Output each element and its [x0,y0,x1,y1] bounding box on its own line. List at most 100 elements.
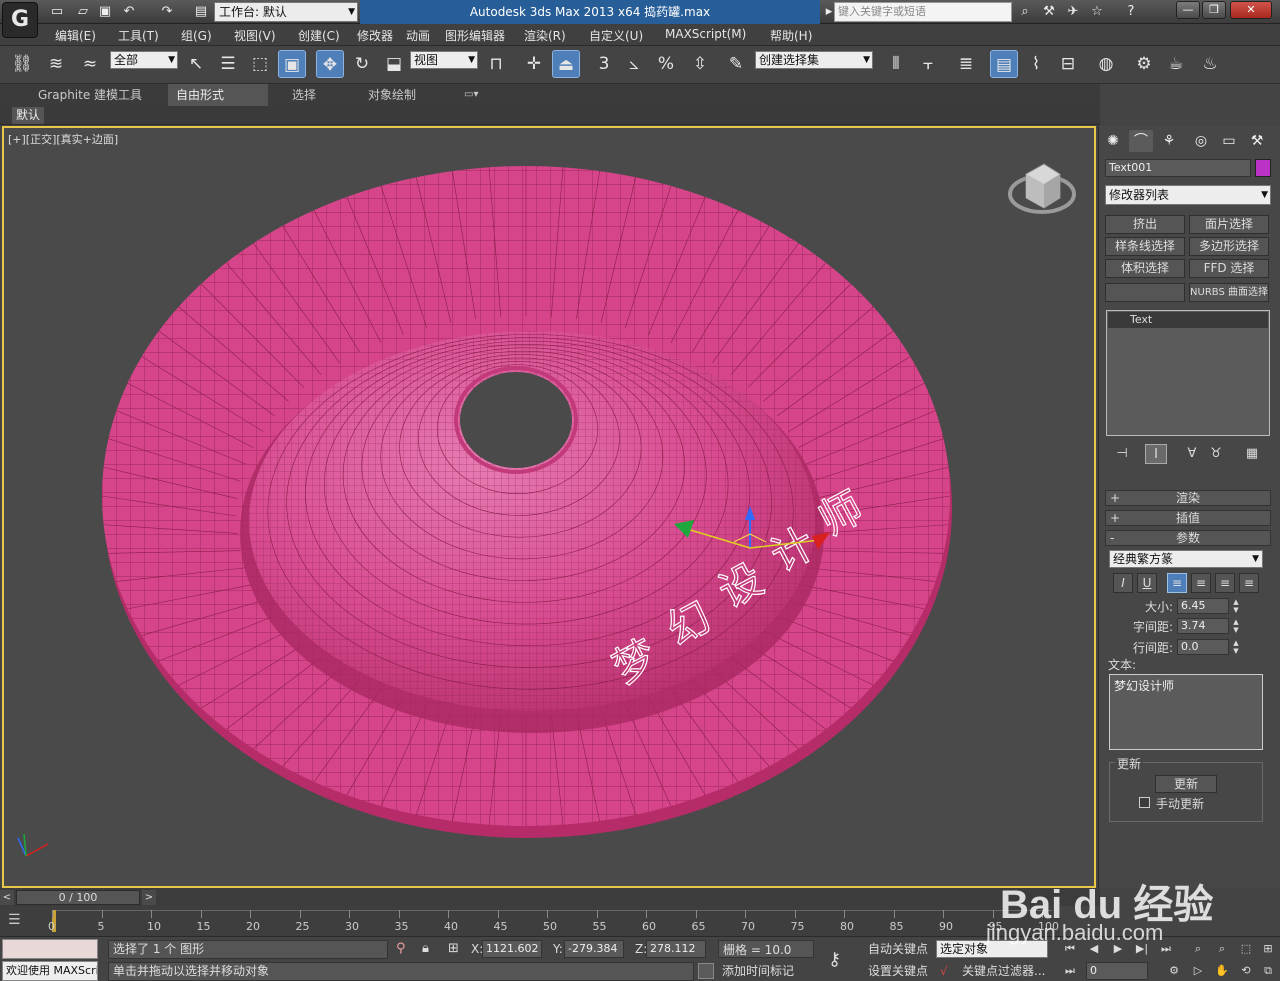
modifier-stack[interactable]: Text [1106,310,1270,436]
nurbs-surface-select-button[interactable]: NURBS 曲面选择 [1189,283,1269,302]
snaps-toggle-icon[interactable]: 3 [590,50,618,78]
keyboard-shortcut-override-icon[interactable]: ⏏ [552,50,580,78]
close-button[interactable]: ✕ [1230,1,1272,19]
curve-editor-icon[interactable]: ⌇ [1022,50,1050,78]
leading-spinner[interactable]: 0.0 [1177,639,1229,655]
zoom-icon[interactable]: ⌕ [1188,940,1208,958]
bind-space-warp-icon[interactable]: ≈ [76,50,104,78]
field-of-view-icon[interactable]: ▷ [1188,962,1208,980]
modifier-list-dropdown[interactable]: 修改器列表 ▼ [1105,185,1271,205]
menu-tools[interactable]: 工具(T) [118,27,159,44]
z-coordinate-field[interactable]: 278.112 [646,940,706,958]
selection-filter-dropdown[interactable]: 全部 ▼ [110,51,178,69]
project-folder-icon[interactable]: ▤ [192,3,210,21]
object-color-swatch[interactable] [1255,159,1271,177]
font-dropdown[interactable]: 经典繁方篆 ▼ [1109,550,1263,568]
utilities-tab-icon[interactable]: ⚒ [1245,130,1269,152]
zoom-extents-all-icon[interactable]: ⊞ [1258,940,1278,958]
schematic-view-icon[interactable]: ⊟ [1054,50,1082,78]
pivot-center-icon[interactable]: ⊓ [482,50,510,78]
angle-snap-icon[interactable]: ⦣ [620,50,648,78]
make-unique-icon[interactable]: ∀ [1181,444,1203,464]
minimize-button[interactable]: — [1176,1,1200,19]
material-editor-icon[interactable]: ◍ [1092,50,1120,78]
remove-modifier-icon[interactable]: ♉ [1205,444,1227,464]
pin-stack-icon[interactable]: ⊣ [1111,444,1133,464]
menu-help[interactable]: 帮助(H) [770,27,812,44]
key-mode-icon[interactable]: ⏭ [1060,962,1080,980]
rollout-interpolation[interactable]: + 插值 [1105,510,1271,526]
patch-select-button[interactable]: 面片选择 [1189,215,1269,234]
tab-graphite-modeling[interactable]: Graphite 建模工具 [30,84,150,106]
key-icon[interactable]: ⚷ [828,949,841,970]
orbit-icon[interactable]: ⟲ [1236,962,1256,980]
menu-customize[interactable]: 自定义(U) [589,27,643,44]
redo-icon[interactable]: ↷ [158,3,176,21]
maxscript-listener-input[interactable] [2,939,98,959]
tab-freeform[interactable]: 自由形式 [168,84,268,106]
viewport-canvas[interactable]: 梦 幻 设 计 师 [4,128,1096,888]
ribbon-options-icon[interactable]: ▭▾ [456,84,486,106]
prev-frame-arrow-icon[interactable]: < [0,890,14,905]
tab-object-paint[interactable]: 对象绘制 [360,84,424,106]
align-right-button[interactable]: ≡ [1215,573,1235,593]
create-tab-icon[interactable]: ✺ [1101,130,1125,152]
layer-manager-icon[interactable]: ≣ [952,50,980,78]
justify-button[interactable]: ≡ [1239,573,1259,593]
menu-create[interactable]: 创建(C) [298,27,340,44]
italic-button[interactable]: I [1113,573,1133,593]
mirror-icon[interactable]: ⫴ [882,50,910,78]
time-slider[interactable]: 0 / 100 [16,890,140,905]
add-time-tag-button[interactable]: 添加时间标记 [718,962,818,981]
select-and-move-icon[interactable]: ✥ [316,50,344,78]
isolate-icon[interactable]: ⚲ [396,941,406,956]
configure-modifier-sets-icon[interactable]: ▦ [1241,444,1263,464]
extrude-button[interactable]: 挤出 [1105,215,1185,234]
y-coordinate-field[interactable]: -279.384 [564,940,624,958]
undo-icon[interactable]: ↶ [120,3,138,21]
kerning-spinner-arrows[interactable]: ▲ ▼ [1231,618,1241,634]
lock-selection-icon[interactable]: 🔒︎ [422,941,429,956]
hierarchy-tab-icon[interactable]: ⚘ [1157,130,1181,152]
viewcube-icon[interactable] [1008,163,1076,214]
volume-select-button[interactable]: 体积选择 [1105,259,1185,278]
track-bar[interactable]: ☰ 0 5 10 15 20 25 30 35 40 45 50 55 60 65 70 75 80 85 90 95… [0,906,1060,936]
poly-select-button[interactable]: 多边形选择 [1189,237,1269,256]
text-input-area[interactable]: 梦幻设计师 [1109,674,1263,750]
underline-button[interactable]: U [1137,573,1157,593]
leading-spinner-arrows[interactable]: ▲ ▼ [1231,639,1241,655]
menu-edit[interactable]: 编辑(E) [55,27,96,44]
next-frame-arrow-icon[interactable]: > [142,890,156,905]
unlink-icon[interactable]: ≋ [42,50,70,78]
maxscript-welcome[interactable]: 欢迎使用 MAXScri [2,961,98,981]
favorites-icon[interactable]: ☆ [1088,3,1106,21]
ffd-select-button[interactable]: FFD 选择 [1189,259,1269,278]
select-and-scale-icon[interactable]: ⬓ [380,50,408,78]
select-and-rotate-icon[interactable]: ↻ [348,50,376,78]
display-tab-icon[interactable]: ▭ [1217,130,1241,152]
maximize-button[interactable]: ❐ [1202,1,1226,19]
binoculars-icon[interactable]: ⌕ [1016,3,1034,21]
show-end-result-icon[interactable]: I [1145,444,1167,464]
render-production-icon[interactable]: ♨ [1196,50,1224,78]
percent-snap-icon[interactable]: % [652,50,680,78]
auto-key-button[interactable]: 自动关键点 [868,940,928,959]
viewport-label[interactable]: [+][正交][真实+边面] [8,131,118,147]
spline-select-button[interactable]: 样条线选择 [1105,237,1185,256]
stack-item-text[interactable]: Text [1108,312,1268,328]
pan-icon[interactable]: ✋ [1212,962,1232,980]
rollout-rendering[interactable]: + 渲染 [1105,490,1271,506]
subscription-icon[interactable]: ⚒ [1040,3,1058,21]
time-tag-icon[interactable] [698,963,714,979]
maximize-viewport-icon[interactable]: ⧉ [1258,962,1278,980]
select-manipulate-icon[interactable]: ✛ [520,50,548,78]
size-spinner[interactable]: 6.45 [1177,598,1229,614]
search-input[interactable]: 键入关键字或短语 [834,2,1012,22]
workspace-dropdown[interactable]: 工作台: 默认 ▼ [214,2,358,22]
menu-rendering[interactable]: 渲染(R) [524,27,566,44]
update-button[interactable]: 更新 [1155,775,1217,793]
perspective-viewport[interactable]: 梦 幻 设 计 师 [+][正交][真实+边面] [2,126,1096,888]
object-name-field[interactable]: Text001 [1105,159,1251,177]
key-filters-button[interactable]: 关键点过滤器... [962,962,1045,981]
rendered-frame-window-icon[interactable]: ☕ [1162,50,1190,78]
